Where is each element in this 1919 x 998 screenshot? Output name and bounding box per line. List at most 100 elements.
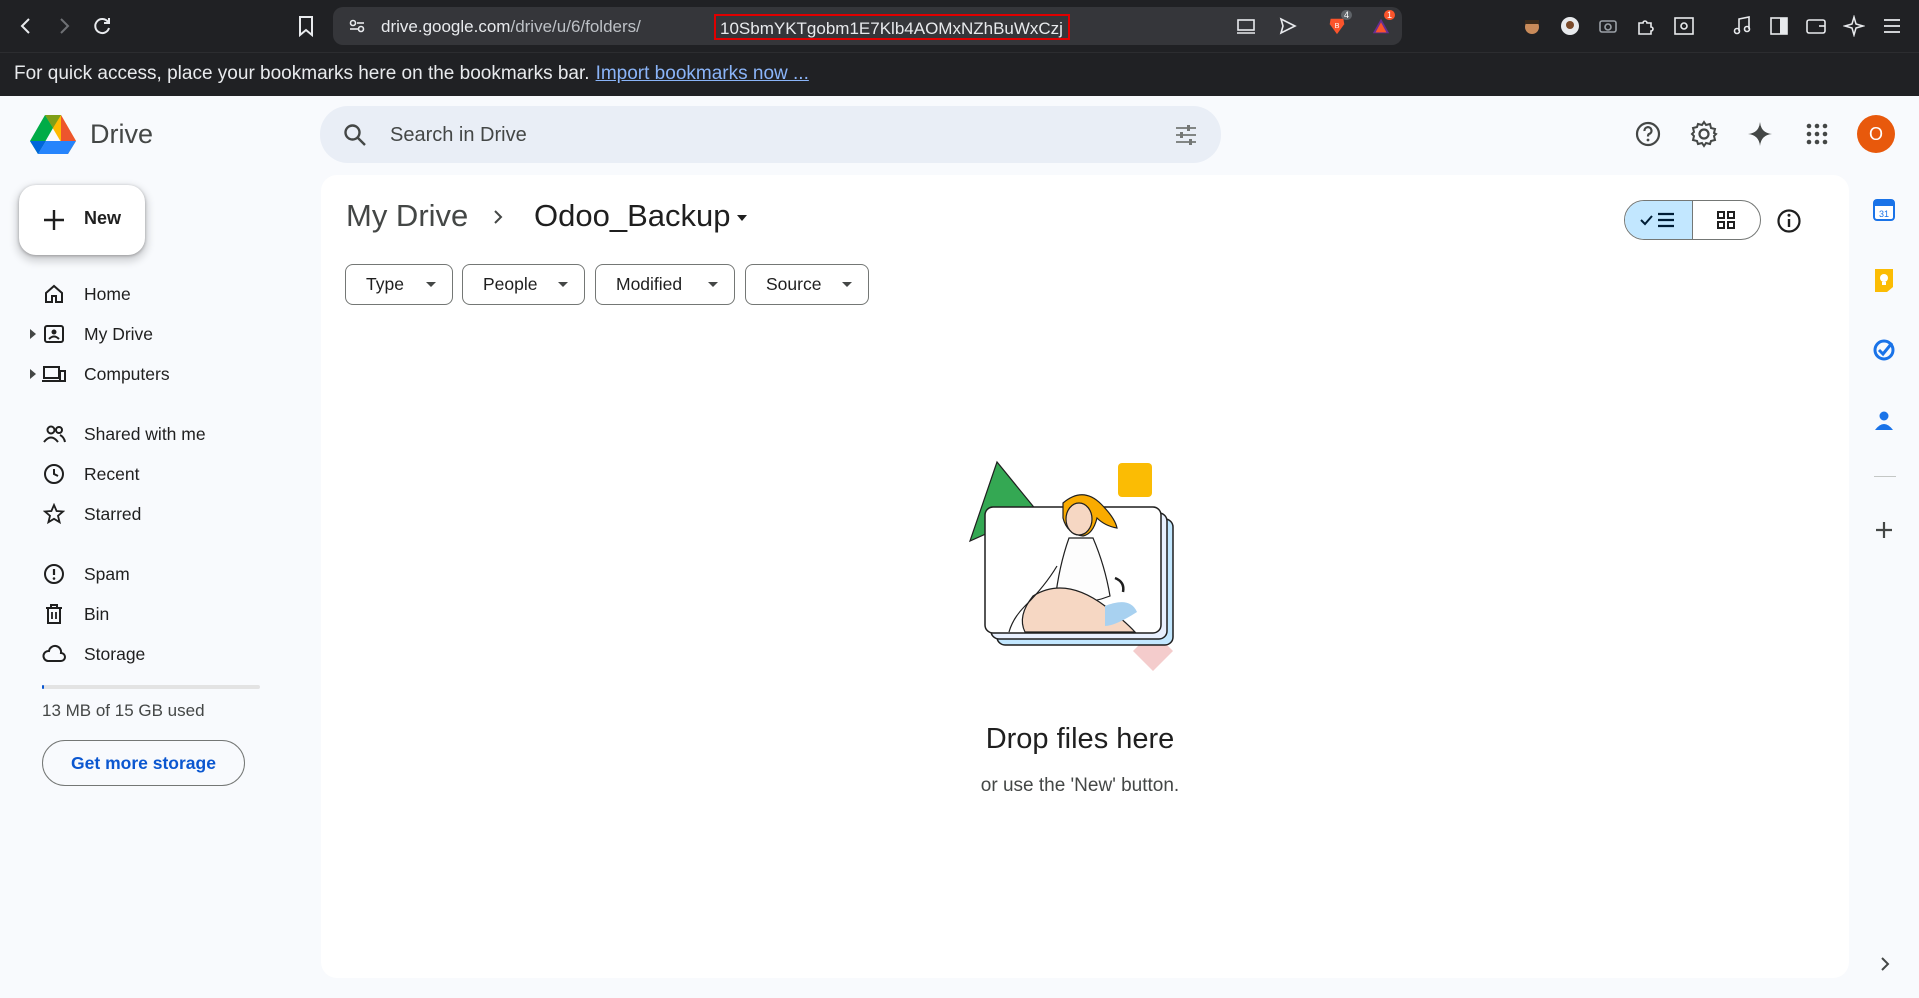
star-icon: [42, 502, 66, 526]
sidebar-item-label: Shared with me: [84, 423, 206, 444]
storage-usage-text: 13 MB of 15 GB used: [42, 701, 205, 720]
sidebar-item-spam[interactable]: Spam: [30, 556, 270, 592]
spam-icon: [42, 562, 66, 586]
camera-extension-icon[interactable]: [1597, 15, 1619, 37]
gemini-sparkle-icon[interactable]: [1742, 116, 1778, 152]
show-side-panel-chevron-icon[interactable]: [1876, 955, 1894, 973]
media-controls-icon[interactable]: [1731, 15, 1753, 37]
grid-icon: [1717, 211, 1736, 229]
reload-icon[interactable]: [88, 12, 116, 40]
search-bar[interactable]: [320, 106, 1221, 163]
empty-state-subtitle: or use the 'New' button.: [980, 775, 1180, 796]
brave-rewards-icon[interactable]: 1: [1371, 10, 1396, 36]
info-icon[interactable]: [1775, 207, 1803, 235]
cloud-icon: [42, 642, 66, 666]
filter-source[interactable]: Source: [745, 264, 869, 305]
leo-ai-icon[interactable]: [1843, 15, 1865, 37]
get-more-storage-button[interactable]: Get more storage: [42, 740, 245, 786]
url-text: drive.google.com/drive/u/6/folders/ 10Sb…: [381, 14, 1070, 40]
plus-icon: [44, 210, 64, 230]
extensions-puzzle-icon[interactable]: [1635, 15, 1657, 37]
recent-icon: [42, 462, 66, 486]
import-bookmarks-link[interactable]: Import bookmarks now ...: [596, 63, 809, 84]
expand-arrow-icon[interactable]: [30, 329, 36, 339]
sidebar-item-label: Computers: [84, 363, 170, 384]
filter-label: People: [483, 274, 538, 294]
sidebar-toggle-icon[interactable]: [1768, 15, 1790, 37]
wallet-icon[interactable]: [1805, 15, 1827, 37]
sidebar-item-label: Starred: [84, 503, 142, 524]
sidebar-item-starred[interactable]: Starred: [30, 496, 270, 532]
breadcrumb-my-drive[interactable]: My Drive: [346, 198, 468, 234]
sidebar-item-label: Recent: [84, 463, 140, 484]
extension-avatar-icon[interactable]: [1521, 15, 1543, 37]
address-bar[interactable]: drive.google.com/drive/u/6/folders/ 10Sb…: [333, 7, 1402, 45]
brave-shields-icon[interactable]: B 4: [1327, 10, 1353, 36]
expand-arrow-icon[interactable]: [30, 369, 36, 379]
sidebar-item-label: My Drive: [84, 323, 154, 344]
sidebar-item-computers[interactable]: Computers: [30, 356, 270, 392]
extension-face-icon[interactable]: [1559, 15, 1581, 37]
menu-icon[interactable]: [1881, 15, 1903, 37]
sidebar-item-home[interactable]: Home: [30, 276, 270, 312]
keep-app-icon[interactable]: [1870, 266, 1898, 294]
sidebar-item-bin[interactable]: Bin: [30, 596, 270, 632]
url-folder-id-highlight: 10SbmYKTgobm1E7Klb4AOMxNZhBuWxCzj: [714, 14, 1070, 40]
storage-usage-bar: [42, 685, 260, 689]
filter-type[interactable]: Type: [345, 264, 453, 305]
new-button-label: New: [84, 208, 122, 228]
empty-state-title: Drop files here: [985, 723, 1175, 755]
cast-icon[interactable]: [1236, 16, 1256, 36]
url-path: /drive/u/6/folders/: [510, 17, 641, 36]
account-avatar[interactable]: O: [1857, 115, 1895, 153]
empty-folder-illustration: [968, 460, 1174, 671]
sidebar-item-label: Home: [84, 283, 131, 304]
contacts-app-icon[interactable]: [1870, 406, 1898, 434]
site-settings-icon[interactable]: [347, 16, 367, 36]
screenshot-extension-icon[interactable]: [1673, 15, 1695, 37]
help-icon[interactable]: [1630, 116, 1666, 152]
sidebar-item-recent[interactable]: Recent: [30, 456, 270, 492]
bin-icon: [42, 602, 66, 626]
dropdown-caret-icon: [558, 282, 568, 287]
sidebar-item-my-drive[interactable]: My Drive: [30, 316, 270, 352]
new-button[interactable]: New: [19, 185, 145, 255]
app-title[interactable]: Drive: [90, 119, 153, 150]
svg-text:B: B: [1335, 21, 1340, 30]
sidebar-item-storage[interactable]: Storage: [30, 636, 270, 672]
bookmarks-prompt: For quick access, place your bookmarks h…: [14, 63, 809, 85]
bookmarks-prompt-text: For quick access, place your bookmarks h…: [14, 63, 590, 84]
shared-icon: [42, 422, 66, 446]
drive-logo-icon[interactable]: [30, 113, 76, 155]
send-icon[interactable]: [1278, 16, 1298, 36]
tasks-app-icon[interactable]: [1870, 336, 1898, 364]
filter-people[interactable]: People: [462, 264, 585, 305]
dropdown-caret-icon: [426, 282, 436, 287]
rewards-badge: 1: [1384, 10, 1396, 20]
apps-grid-icon[interactable]: [1799, 116, 1835, 152]
url-host: drive.google.com: [381, 17, 511, 36]
check-list-icon: [1640, 212, 1675, 228]
forward-icon[interactable]: [50, 12, 78, 40]
list-view-button[interactable]: [1625, 201, 1693, 239]
bookmarks-bar: For quick access, place your bookmarks h…: [0, 52, 1919, 96]
svg-text:31: 31: [1879, 209, 1889, 219]
sidebar-item-shared-with-me[interactable]: Shared with me: [30, 416, 270, 452]
calendar-app-icon[interactable]: 31: [1870, 196, 1898, 224]
search-options-icon[interactable]: [1173, 122, 1199, 148]
bookmark-icon[interactable]: [292, 12, 320, 40]
filter-label: Modified: [616, 274, 683, 294]
sidebar-item-label: Bin: [84, 603, 110, 624]
back-icon[interactable]: [12, 12, 40, 40]
grid-view-button[interactable]: [1693, 201, 1761, 239]
folder-menu-caret-icon[interactable]: [734, 212, 750, 224]
breadcrumb-current-folder[interactable]: Odoo_Backup: [534, 198, 730, 234]
add-app-plus-icon[interactable]: [1870, 516, 1898, 544]
settings-gear-icon[interactable]: [1686, 116, 1722, 152]
storage-usage-fill: [42, 685, 45, 689]
search-icon[interactable]: [342, 122, 368, 148]
dropdown-caret-icon: [842, 282, 852, 287]
sidebar-item-label: Spam: [84, 563, 130, 584]
filter-modified[interactable]: Modified: [595, 264, 735, 305]
search-input[interactable]: [388, 116, 1132, 154]
